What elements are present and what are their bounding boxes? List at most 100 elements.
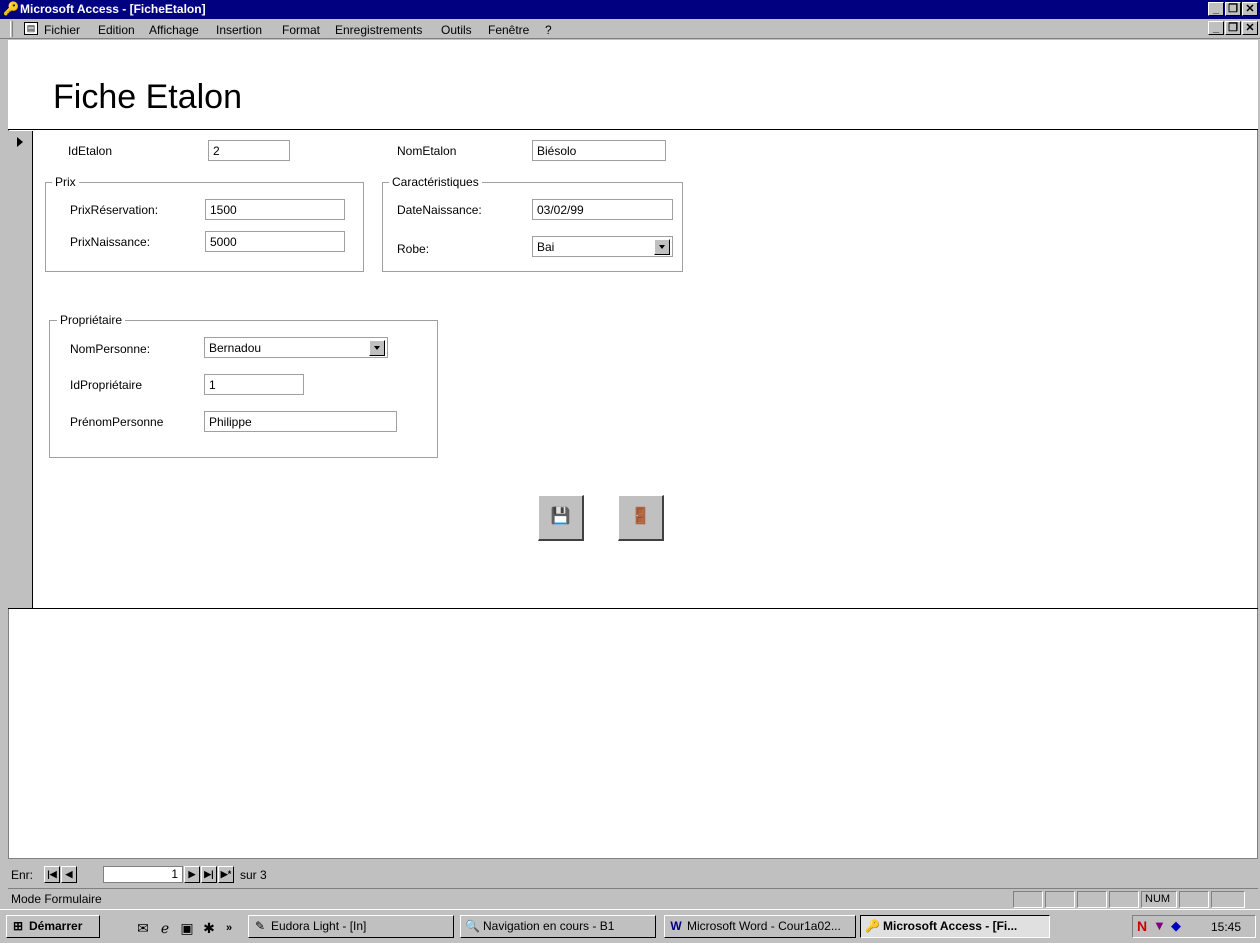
- prix-group-label: Prix: [52, 175, 79, 189]
- task-word[interactable]: W Microsoft Word - Cour1a02...: [664, 915, 856, 938]
- robe-label: Robe:: [397, 242, 430, 256]
- record-total: sur 3: [240, 868, 267, 882]
- prenom-personne-input[interactable]: Philippe: [204, 411, 397, 432]
- title-bar: 🔑 Microsoft Access - [FicheEtalon] _ ❐ ✕: [0, 0, 1260, 19]
- last-record-button[interactable]: ▶|: [201, 866, 217, 883]
- status-mode: Mode Formulaire: [11, 892, 102, 906]
- task-eudora[interactable]: ✎ Eudora Light - [In]: [248, 915, 454, 938]
- menu-bar: ▤ Fichier Edition Affichage Insertion Fo…: [0, 19, 1260, 39]
- task-navigation[interactable]: 🔍 Navigation en cours - B1: [460, 915, 656, 938]
- date-naissance-label: DateNaissance:: [397, 203, 482, 217]
- nom-etalon-input[interactable]: Biésolo: [532, 140, 666, 161]
- access-key-icon: 🔑: [865, 919, 880, 933]
- prix-reservation-input[interactable]: 1500: [205, 199, 345, 220]
- menu-fichier[interactable]: Fichier: [44, 23, 80, 37]
- doc-restore-button[interactable]: ❐: [1225, 21, 1241, 35]
- new-record-button[interactable]: ▶*: [218, 866, 234, 883]
- proprietaire-group-label: Propriétaire: [57, 313, 126, 327]
- start-button[interactable]: ⊞ Démarrer: [6, 915, 100, 938]
- prenom-personne-label: PrénomPersonne: [70, 415, 164, 429]
- status-bar: Mode Formulaire NUM: [8, 888, 1258, 908]
- quicklaunch-channels-icon[interactable]: ▣: [178, 919, 196, 937]
- system-tray: N ▼ ◆ 15:45: [1132, 915, 1256, 938]
- menu-insertion[interactable]: Insertion: [216, 23, 262, 37]
- restore-button[interactable]: ❐: [1225, 2, 1241, 16]
- window-title: Microsoft Access - [FicheEtalon]: [20, 2, 206, 16]
- task-navigation-label: Navigation en cours - B1: [483, 919, 615, 933]
- caracteristiques-group-label: Caractéristiques: [389, 175, 482, 189]
- doc-close-button[interactable]: ✕: [1242, 21, 1258, 35]
- id-etalon-label: IdEtalon: [68, 144, 113, 158]
- menu-outils[interactable]: Outils: [441, 23, 472, 37]
- first-record-button[interactable]: |◀: [44, 866, 60, 883]
- previous-record-button[interactable]: ◀: [61, 866, 77, 883]
- record-number-input[interactable]: 1: [103, 866, 183, 883]
- minimize-button[interactable]: _: [1208, 2, 1224, 16]
- current-record-arrow-icon: [17, 137, 23, 147]
- detail-section-border: [8, 608, 1258, 609]
- nom-personne-label: NomPersonne:: [70, 342, 151, 356]
- robe-combo-value: Bai: [537, 240, 555, 254]
- task-eudora-label: Eudora Light - [In]: [271, 919, 367, 933]
- menu-fenetre[interactable]: Fenêtre: [488, 23, 529, 37]
- navigation-icon: 🔍: [465, 919, 480, 933]
- caracteristiques-group: [382, 182, 683, 272]
- taskbar: ⊞ Démarrer ✉ ℯ ▣ ✱ » ✎ Eudora Light - [I…: [0, 909, 1260, 943]
- status-panel-3: [1077, 891, 1107, 908]
- norton-icon[interactable]: N: [1137, 918, 1147, 934]
- status-panel-2: [1045, 891, 1075, 908]
- quicklaunch-ie-icon[interactable]: ℯ: [156, 919, 174, 937]
- exit-button[interactable]: 🚪: [618, 495, 664, 541]
- eudora-icon: ✎: [254, 919, 266, 933]
- windows-logo-icon: ⊞: [12, 919, 24, 933]
- access-key-icon: 🔑: [3, 1, 20, 16]
- start-label: Démarrer: [29, 919, 83, 933]
- tray-network-icon[interactable]: ◆: [1171, 918, 1181, 934]
- nom-personne-combo-value: Bernadou: [209, 341, 262, 355]
- menu-edition[interactable]: Edition: [98, 23, 135, 37]
- doc-minimize-button[interactable]: _: [1208, 21, 1224, 35]
- nav-label: Enr:: [11, 868, 34, 882]
- form-icon[interactable]: ▤: [24, 22, 38, 35]
- menu-help[interactable]: ?: [545, 23, 552, 37]
- robe-combo[interactable]: Bai: [532, 236, 673, 257]
- task-access-label: Microsoft Access - [Fi...: [883, 919, 1018, 933]
- status-panel-4: [1109, 891, 1139, 908]
- prix-group: [45, 182, 364, 272]
- status-panel-1: [1013, 891, 1043, 908]
- word-icon: W: [670, 919, 682, 933]
- task-access[interactable]: 🔑 Microsoft Access - [Fi...: [860, 915, 1050, 938]
- quicklaunch-more-icon[interactable]: »: [220, 919, 238, 937]
- menu-enregistrements[interactable]: Enregistrements: [335, 23, 422, 37]
- save-icon: 💾: [550, 508, 571, 525]
- prix-reservation-label: PrixRéservation:: [70, 203, 159, 217]
- date-naissance-input[interactable]: 03/02/99: [532, 199, 673, 220]
- tray-shield-icon[interactable]: ▼: [1153, 918, 1166, 933]
- page-title: Fiche Etalon: [53, 78, 242, 116]
- nom-etalon-label: NomEtalon: [397, 144, 457, 158]
- record-selector[interactable]: [8, 131, 33, 608]
- nom-personne-combo[interactable]: Bernadou: [204, 337, 388, 358]
- menu-affichage[interactable]: Affichage: [149, 23, 199, 37]
- status-num: NUM: [1141, 891, 1177, 908]
- prix-naissance-label: PrixNaissance:: [70, 235, 151, 249]
- next-record-button[interactable]: ▶: [184, 866, 200, 883]
- task-word-label: Microsoft Word - Cour1a02...: [687, 919, 841, 933]
- id-proprietaire-input[interactable]: 1: [204, 374, 304, 395]
- id-etalon-input[interactable]: 2: [208, 140, 290, 161]
- clock: 15:45: [1211, 920, 1242, 934]
- menu-grip: [10, 21, 13, 37]
- robe-dropdown-arrow-icon[interactable]: [654, 239, 670, 255]
- save-button[interactable]: 💾: [538, 495, 584, 541]
- prix-naissance-input[interactable]: 5000: [205, 231, 345, 252]
- status-panel-5: [1179, 891, 1209, 908]
- quicklaunch-outlook-icon[interactable]: ✉: [134, 919, 152, 937]
- status-panel-6: [1211, 891, 1245, 908]
- quicklaunch-tool-icon[interactable]: ✱: [200, 919, 218, 937]
- close-button[interactable]: ✕: [1242, 2, 1258, 16]
- exit-door-icon: 🚪: [630, 508, 651, 525]
- menu-format[interactable]: Format: [282, 23, 320, 37]
- nom-personne-dropdown-arrow-icon[interactable]: [369, 340, 385, 356]
- id-proprietaire-label: IdPropriétaire: [70, 378, 143, 392]
- record-navigation-bar: Enr: |◀ ◀ 1 ▶ ▶| ▶* sur 3: [8, 866, 1258, 886]
